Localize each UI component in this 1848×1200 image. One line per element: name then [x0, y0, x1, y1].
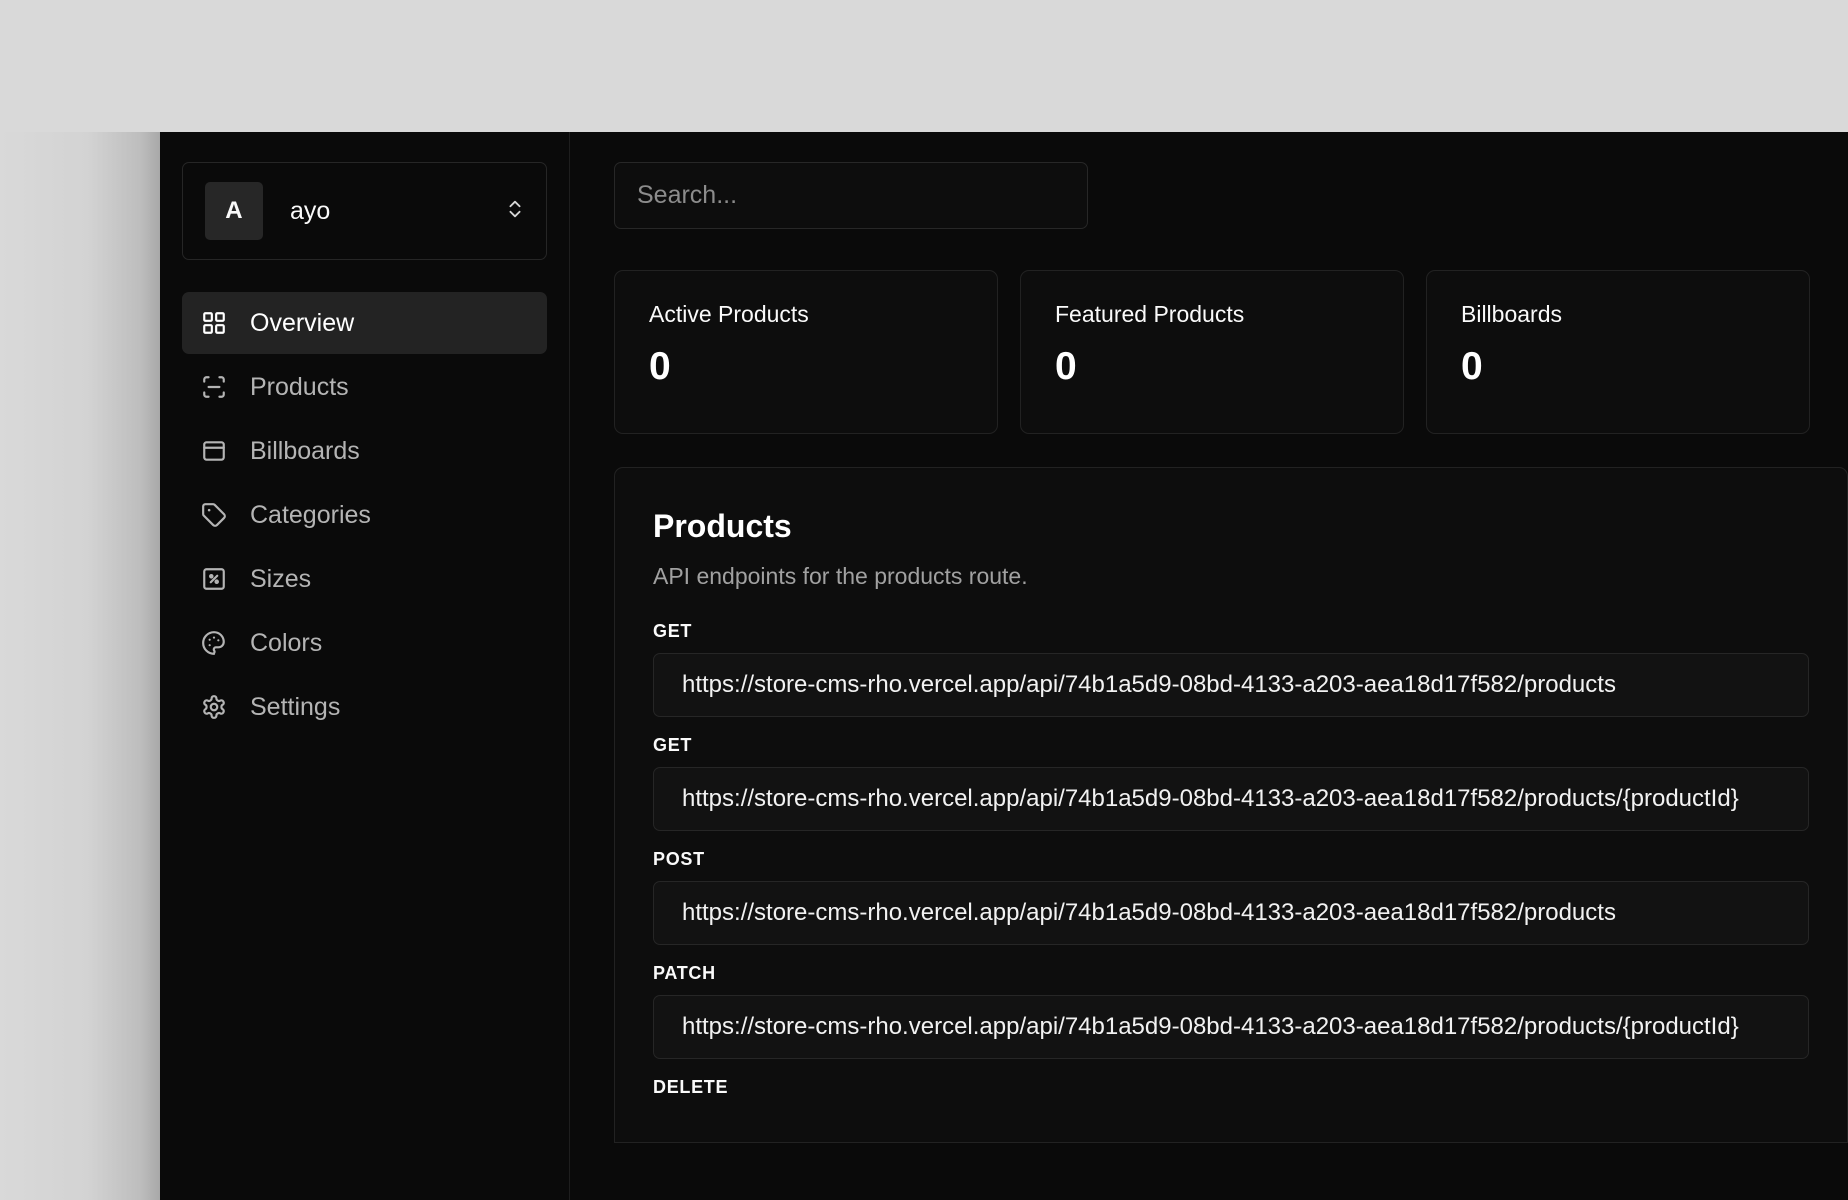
store-switcher[interactable]: A ayo [182, 162, 547, 260]
http-method-label: GET [653, 735, 1809, 756]
layout-grid-icon [200, 309, 228, 337]
sidebar-item-label: Billboards [250, 437, 360, 466]
api-endpoint-row: POST https://store-cms-rho.vercel.app/ap… [653, 849, 1809, 945]
api-endpoint-row: GET https://store-cms-rho.vercel.app/api… [653, 735, 1809, 831]
sidebar-item-colors[interactable]: Colors [182, 612, 547, 674]
page-left-gutter [0, 132, 160, 1200]
sidebar-item-label: Sizes [250, 565, 311, 594]
sidebar-item-label: Settings [250, 693, 340, 722]
sidebar-item-products[interactable]: Products [182, 356, 547, 418]
stat-card-value: 0 [1461, 345, 1775, 389]
endpoint-url-text: https://store-cms-rho.vercel.app/api/74b… [682, 671, 1616, 699]
sidebar-item-label: Overview [250, 309, 354, 338]
search-field-wrapper[interactable] [614, 162, 1088, 229]
endpoint-url-text: https://store-cms-rho.vercel.app/api/74b… [682, 1013, 1739, 1041]
chevrons-up-down-icon [504, 196, 526, 227]
api-endpoint-row: PATCH https://store-cms-rho.vercel.app/a… [653, 963, 1809, 1059]
stat-card-billboards: Billboards 0 [1426, 270, 1810, 434]
stat-card-title: Active Products [649, 301, 963, 328]
api-section-heading: Products [653, 508, 1809, 545]
percent-square-icon [200, 565, 228, 593]
store-name-label: ayo [290, 197, 504, 226]
endpoint-url-box[interactable]: https://store-cms-rho.vercel.app/api/74b… [653, 881, 1809, 945]
stat-card-value: 0 [649, 345, 963, 389]
search-input[interactable] [637, 181, 1065, 210]
endpoint-url-box[interactable]: https://store-cms-rho.vercel.app/api/74b… [653, 767, 1809, 831]
api-section-description: API endpoints for the products route. [653, 563, 1809, 590]
scan-line-icon [200, 373, 228, 401]
sidebar-nav: Overview Products [182, 292, 547, 740]
screen: A ayo [0, 0, 1848, 1200]
http-method-label: POST [653, 849, 1809, 870]
sidebar: A ayo [160, 132, 570, 1200]
tag-icon [200, 501, 228, 529]
sidebar-item-billboards[interactable]: Billboards [182, 420, 547, 482]
store-avatar: A [205, 182, 263, 240]
stat-card-title: Featured Products [1055, 301, 1369, 328]
endpoint-url-text: https://store-cms-rho.vercel.app/api/74b… [682, 785, 1739, 813]
stat-card-active-products: Active Products 0 [614, 270, 998, 434]
api-endpoint-row: GET https://store-cms-rho.vercel.app/api… [653, 621, 1809, 717]
sidebar-item-overview[interactable]: Overview [182, 292, 547, 354]
panel-top-icon [200, 437, 228, 465]
stat-card-title: Billboards [1461, 301, 1775, 328]
sidebar-item-label: Products [250, 373, 349, 402]
endpoint-url-box[interactable]: https://store-cms-rho.vercel.app/api/74b… [653, 653, 1809, 717]
gear-icon [200, 693, 228, 721]
stat-card-value: 0 [1055, 345, 1369, 389]
http-method-label: PATCH [653, 963, 1809, 984]
sidebar-item-categories[interactable]: Categories [182, 484, 547, 546]
sidebar-item-sizes[interactable]: Sizes [182, 548, 547, 610]
http-method-label: DELETE [653, 1077, 1809, 1098]
sidebar-item-label: Categories [250, 501, 371, 530]
http-method-label: GET [653, 621, 1809, 642]
admin-dashboard-window: A ayo [160, 132, 1848, 1200]
main-content: Active Products 0 Featured Products 0 Bi… [570, 132, 1848, 1200]
palette-icon [200, 629, 228, 657]
sidebar-item-settings[interactable]: Settings [182, 676, 547, 738]
sidebar-item-label: Colors [250, 629, 322, 658]
stats-row: Active Products 0 Featured Products 0 Bi… [614, 270, 1848, 434]
api-endpoint-row: DELETE [653, 1077, 1809, 1098]
stat-card-featured-products: Featured Products 0 [1020, 270, 1404, 434]
endpoint-url-box[interactable]: https://store-cms-rho.vercel.app/api/74b… [653, 995, 1809, 1059]
endpoint-url-text: https://store-cms-rho.vercel.app/api/74b… [682, 899, 1616, 927]
api-endpoints-card: Products API endpoints for the products … [614, 467, 1848, 1143]
